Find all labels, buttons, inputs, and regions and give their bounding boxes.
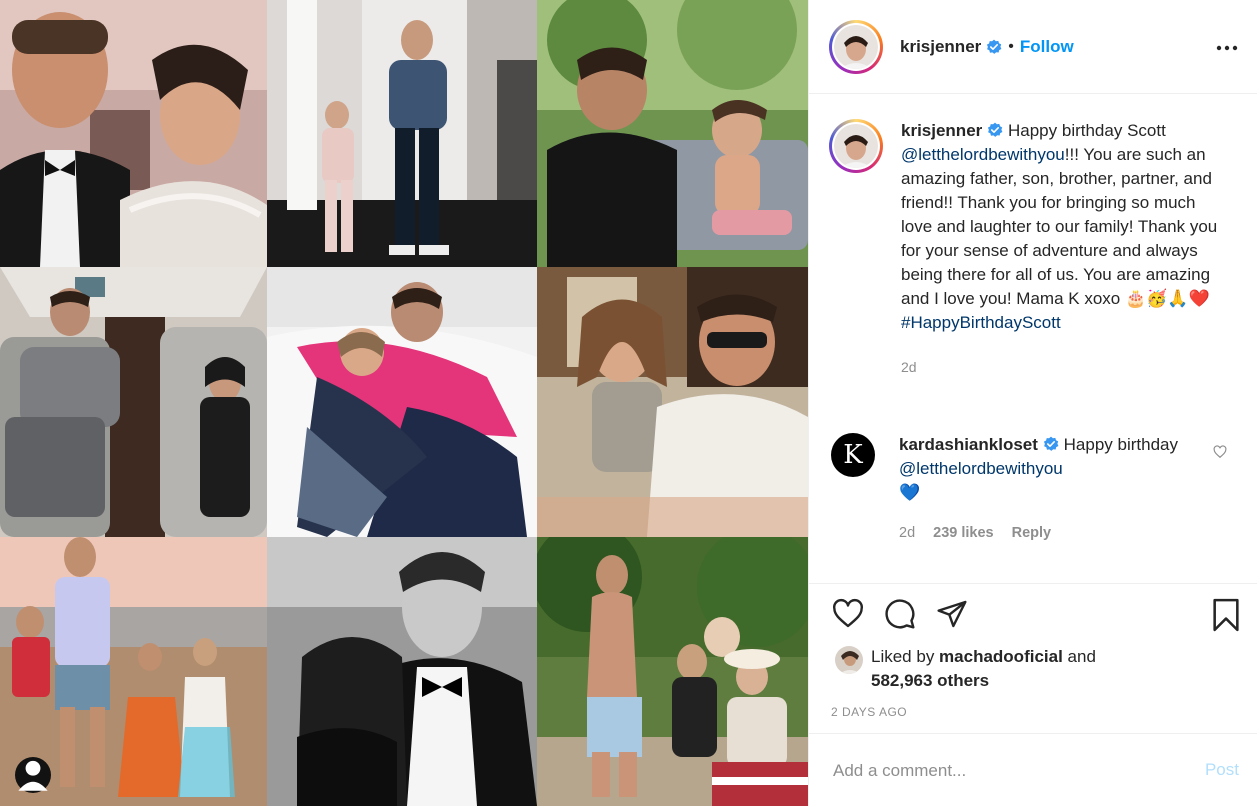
author-username[interactable]: krisjenner xyxy=(900,37,981,57)
comment-meta: 2d 239 likes Reply xyxy=(899,521,1189,545)
comment-button[interactable] xyxy=(883,598,917,630)
paper-plane-icon xyxy=(937,600,967,628)
comments-area[interactable]: krisjenner Happy birthday Scott @letthel… xyxy=(809,95,1257,583)
more-options-icon[interactable] xyxy=(1215,36,1239,60)
follow-button[interactable]: Follow xyxy=(1020,37,1074,57)
post-caption: krisjenner Happy birthday Scott @letthel… xyxy=(829,119,1239,379)
collage-photo-7 xyxy=(0,537,267,806)
comment-verified-badge-icon xyxy=(1043,436,1059,451)
likes-summary: Liked by machadooficial and 582,963 othe… xyxy=(835,645,1096,693)
user-icon xyxy=(18,760,48,791)
caption-mention-link[interactable]: @letthelordbewithyou xyxy=(901,145,1065,164)
collage-photo-5 xyxy=(267,267,537,537)
verified-badge-icon xyxy=(987,39,1002,54)
post-timestamp[interactable]: 2 DAYS AGO xyxy=(831,705,907,719)
comment-like-heart-icon[interactable] xyxy=(1213,445,1227,459)
comment-input[interactable] xyxy=(831,756,1175,786)
comment-avatar[interactable]: K xyxy=(831,433,875,477)
photo-bw-tuxedo xyxy=(267,537,537,806)
share-button[interactable] xyxy=(935,598,969,630)
caption-timestamp[interactable]: 2d xyxy=(901,355,1231,379)
comment-username[interactable]: kardashiankloset xyxy=(899,435,1038,454)
caption-hashtag-link[interactable]: #HappyBirthdayScott xyxy=(901,313,1061,332)
post-comment-button[interactable]: Post xyxy=(1205,760,1239,780)
bookmark-icon xyxy=(1213,598,1239,632)
comment-mention-link[interactable]: @letthelordbewithyou xyxy=(899,459,1063,478)
photo-hallway xyxy=(267,0,537,267)
caption-verified-badge-icon xyxy=(988,122,1003,137)
collage-photo-8 xyxy=(267,537,537,806)
collage-photo-9 xyxy=(537,537,808,806)
comment-likes-count[interactable]: 239 likes xyxy=(933,521,993,545)
comment-bubble-icon xyxy=(885,599,915,629)
tagged-users-button[interactable] xyxy=(15,757,51,793)
caption-body-rest: !!! You are such an amazing father, son,… xyxy=(901,145,1218,308)
photo-private-jet xyxy=(0,267,267,537)
heart-outline-icon xyxy=(833,598,863,628)
liker-username[interactable]: machadooficial xyxy=(939,647,1063,666)
post-panel: krisjenner • Follow krisjenner Happy bir… xyxy=(808,0,1257,806)
author-avatar-image xyxy=(834,24,878,69)
photo-couch-hoodie xyxy=(267,267,537,537)
photo-garden-couch xyxy=(537,0,808,267)
comment-reply-button[interactable]: Reply xyxy=(1012,521,1052,545)
liker-avatar[interactable] xyxy=(835,646,863,674)
likes-middle: and xyxy=(1062,647,1096,666)
caption-avatar[interactable] xyxy=(829,119,883,173)
collage-photo-2 xyxy=(267,0,537,267)
photo-backyard xyxy=(537,537,808,806)
photo-collage[interactable] xyxy=(0,0,808,806)
collage-photo-3 xyxy=(537,0,808,267)
caption-username[interactable]: krisjenner xyxy=(901,121,982,140)
post-header: krisjenner • Follow xyxy=(809,0,1257,94)
comment-text: kardashiankloset Happy birthday @letthel… xyxy=(899,433,1189,545)
caption-avatar-image xyxy=(834,124,878,168)
header-separator: • xyxy=(1008,37,1014,55)
caption-emojis: 🎂🥳🙏❤️ xyxy=(1124,289,1210,308)
caption-body-start: Happy birthday Scott xyxy=(1008,121,1166,140)
comment-item: K kardashiankloset Happy birthday @letth… xyxy=(831,433,1241,545)
comment-avatar-letter: K xyxy=(843,440,863,470)
author-avatar[interactable] xyxy=(829,19,883,74)
post-actions: Liked by machadooficial and 582,963 othe… xyxy=(809,583,1257,733)
photo-selfie xyxy=(537,267,808,537)
likes-text: Liked by machadooficial and 582,963 othe… xyxy=(871,645,1096,693)
collage-photo-4 xyxy=(0,267,267,537)
comment-body: Happy birthday xyxy=(1063,435,1178,454)
photo-tuxedo-portrait xyxy=(0,0,267,267)
add-comment-bar: Post xyxy=(809,733,1257,806)
comment-emoji: 💙 xyxy=(899,483,921,502)
likes-prefix: Liked by xyxy=(871,647,940,666)
likes-others-link[interactable]: 582,963 others xyxy=(871,671,989,690)
comment-timestamp[interactable]: 2d xyxy=(899,521,915,545)
collage-photo-6 xyxy=(537,267,808,537)
collage-photo-1 xyxy=(0,0,267,267)
like-button[interactable] xyxy=(831,598,865,630)
liker-avatar-image xyxy=(835,646,863,674)
caption-text: krisjenner Happy birthday Scott @letthel… xyxy=(901,119,1231,379)
save-button[interactable] xyxy=(1211,598,1241,637)
